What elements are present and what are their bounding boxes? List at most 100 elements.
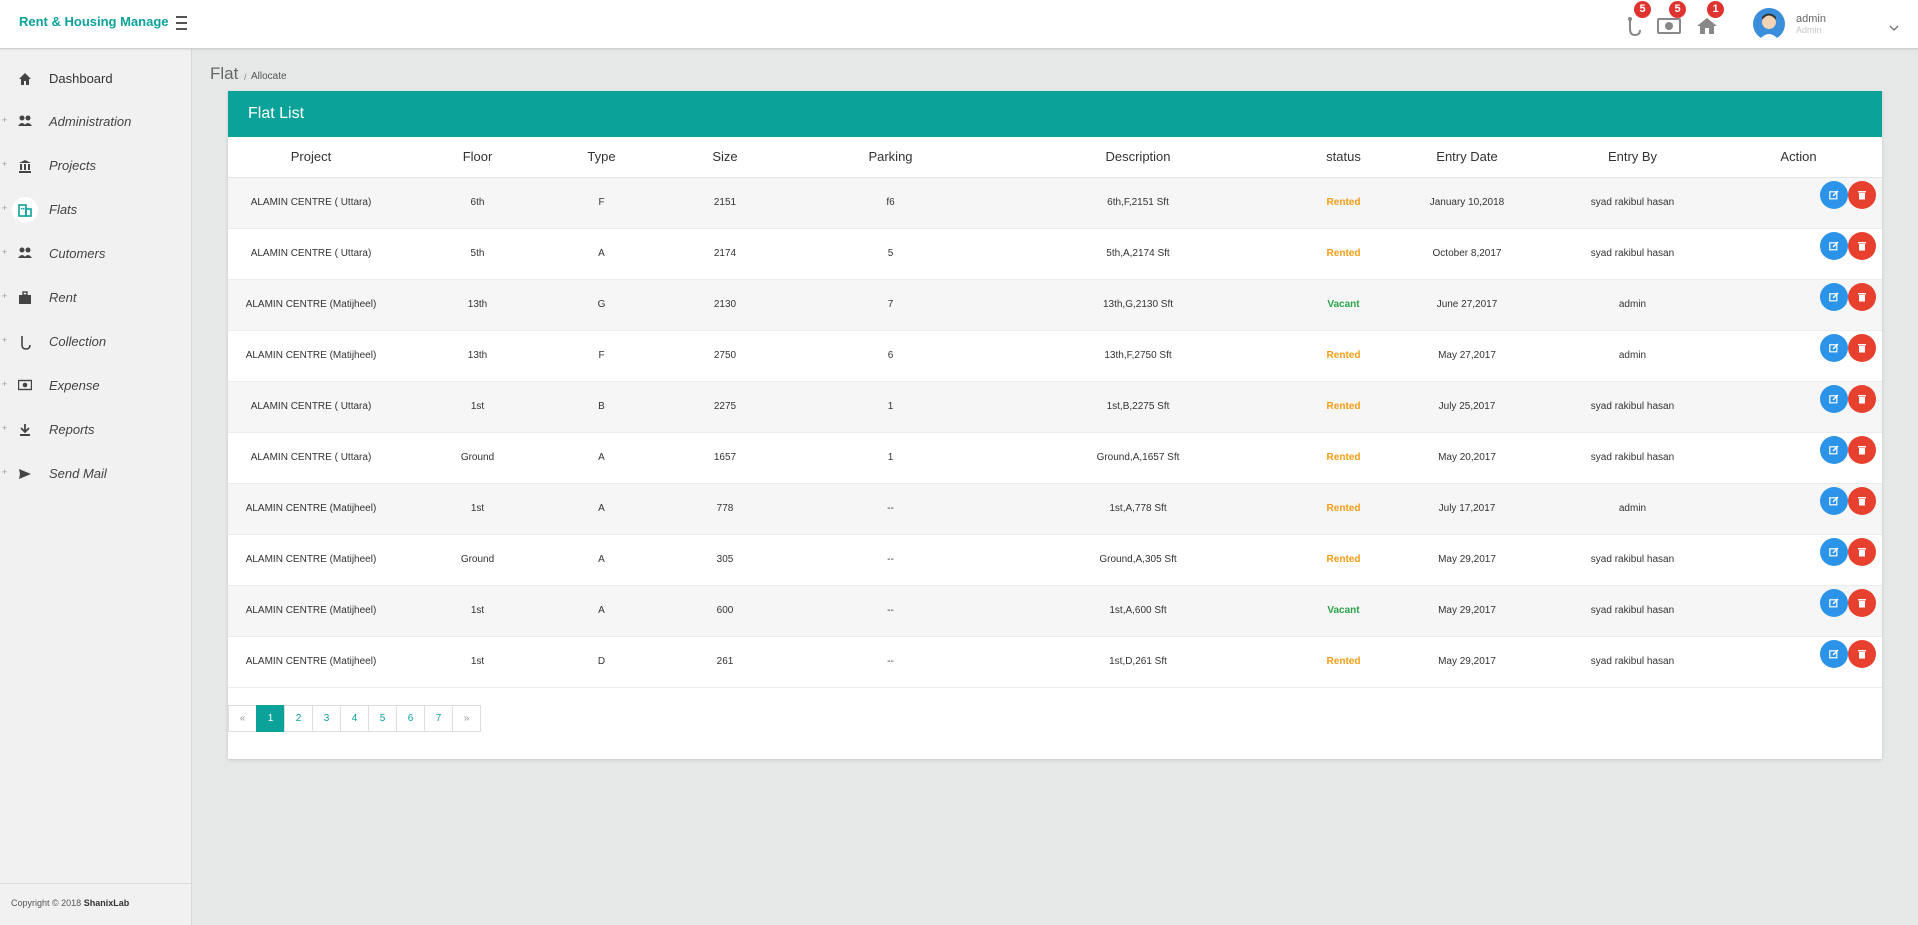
edit-button[interactable] [1820,282,1848,311]
menu-toggle-icon[interactable] [176,12,190,32]
column-header-floor[interactable]: Floor [394,137,561,178]
status-badge: Rented [1303,177,1384,229]
table-row: ALAMIN CENTRE (Matijheel) 13th G 2130 7 13th,… [228,279,1882,331]
delete-button[interactable] [1848,231,1876,260]
pagination-page-3[interactable]: 3 [312,705,341,732]
pagination-next[interactable]: » [452,705,481,732]
expand-icon[interactable]: + [2,115,7,125]
sidebar-item-dashboard[interactable]: Dashboard [0,60,191,100]
collection-hook-icon [1628,17,1641,37]
sidebar-item-expense[interactable]: + Expense [0,367,191,407]
edit-button[interactable] [1820,384,1848,413]
user-name[interactable]: admin [1796,13,1826,25]
pagination: « 1 2 3 4 5 6 7 » [228,705,481,732]
sidebar-item-send-mail[interactable]: + Send Mail [0,455,191,495]
delete-button[interactable] [1848,435,1876,464]
edit-icon [1829,649,1839,658]
entry-date-cell: May 20,2017 [1384,432,1550,484]
delete-button[interactable] [1848,384,1876,413]
copyright-text: Copyright © 2018 [11,898,82,908]
pagination-page-5[interactable]: 5 [368,705,397,732]
edit-button[interactable] [1820,180,1848,209]
delete-button[interactable] [1848,180,1876,209]
status-label: Rented [1326,400,1361,412]
breadcrumb-allocate[interactable]: Allocate [251,71,287,82]
sidebar-item-label: Rent [49,290,77,305]
app-brand[interactable]: Rent & Housing Manage [19,14,169,29]
notification-badge: 1 [1707,1,1724,18]
delete-button[interactable] [1848,333,1876,362]
parking-cell: 1 [808,381,973,433]
edit-button[interactable] [1820,486,1848,515]
sidebar-item-collection[interactable]: + Collection [0,323,191,363]
expand-icon[interactable]: + [2,159,7,169]
sidebar-item-reports[interactable]: + Reports [0,411,191,451]
expand-icon[interactable]: + [2,247,7,257]
edit-button[interactable] [1820,588,1848,617]
type-cell: A [561,483,642,535]
user-avatar[interactable] [1753,8,1785,40]
entry-by-cell: admin [1550,330,1715,382]
edit-button[interactable] [1820,231,1848,260]
sidebar-item-label: Collection [49,334,107,349]
column-header-description[interactable]: Description [973,137,1303,178]
column-header-project[interactable]: Project [228,137,394,178]
status-label: Rented [1326,451,1361,463]
status-label: Rented [1326,655,1361,667]
expand-icon[interactable]: + [2,335,7,345]
delete-button[interactable] [1848,537,1876,566]
project-cell: ALAMIN CENTRE (Matijheel) [228,534,394,586]
entry-date-cell: May 29,2017 [1384,534,1550,586]
delete-button[interactable] [1848,639,1876,668]
floor-cell: 1st [394,636,561,688]
parking-cell: 6 [808,330,973,382]
column-header-type[interactable]: Type [561,137,642,178]
notification-badge: 5 [1669,1,1686,18]
column-header-entry-by[interactable]: Entry By [1550,137,1715,178]
sidebar-item-projects[interactable]: + Projects [0,147,191,187]
parking-cell: f6 [808,177,973,229]
column-header-parking[interactable]: Parking [808,137,973,178]
sidebar-item-customers[interactable]: + Cutomers [0,235,191,275]
column-header-status[interactable]: status [1303,137,1384,178]
expand-icon[interactable]: + [2,203,7,213]
home-notification-button[interactable]: 1 [1692,1,1724,40]
table-row: ALAMIN CENTRE (Matijheel) 1st D 261 -- 1st,D,… [228,636,1882,688]
size-cell: 2275 [642,381,808,433]
size-cell: 2750 [642,330,808,382]
edit-button[interactable] [1820,435,1848,464]
sidebar-item-rent[interactable]: + Rent [0,279,191,319]
entry-date-cell: January 10,2018 [1384,177,1550,229]
size-cell: 2174 [642,228,808,280]
sidebar-item-administration[interactable]: + Administration [0,103,191,143]
column-header-entry-date[interactable]: Entry Date [1384,137,1550,178]
sidebar-item-flats[interactable]: + Flats [0,191,191,231]
edit-button[interactable] [1820,333,1848,362]
delete-button[interactable] [1848,588,1876,617]
edit-button[interactable] [1820,639,1848,668]
table-row: ALAMIN CENTRE (Matijheel) 1st A 778 -- 1st,A,… [228,483,1882,535]
pagination-prev[interactable]: « [228,705,257,732]
pagination-page-7[interactable]: 7 [424,705,453,732]
expense-notification-button[interactable]: 5 [1654,1,1686,40]
collection-notification-button[interactable]: 5 [1619,1,1651,40]
delete-button[interactable] [1848,282,1876,311]
expand-icon[interactable]: + [2,467,7,477]
table-header-row: Project Floor Type Size Parking Descript… [228,137,1882,178]
entry-by-cell: syad rakibul hasan [1550,636,1715,688]
expand-icon[interactable]: + [2,423,7,433]
pagination-page-4[interactable]: 4 [340,705,369,732]
chevron-down-icon[interactable] [1889,18,1899,36]
pagination-page-6[interactable]: 6 [396,705,425,732]
delete-button[interactable] [1848,486,1876,515]
trash-icon [1858,598,1866,607]
expand-icon[interactable]: + [2,379,7,389]
status-badge: Vacant [1303,279,1384,331]
pagination-page-2[interactable]: 2 [284,705,313,732]
trash-icon [1858,241,1866,250]
expand-icon[interactable]: + [2,291,7,301]
edit-button[interactable] [1820,537,1848,566]
pagination-page-1[interactable]: 1 [256,705,285,732]
status-badge: Rented [1303,381,1384,433]
column-header-size[interactable]: Size [642,137,808,178]
